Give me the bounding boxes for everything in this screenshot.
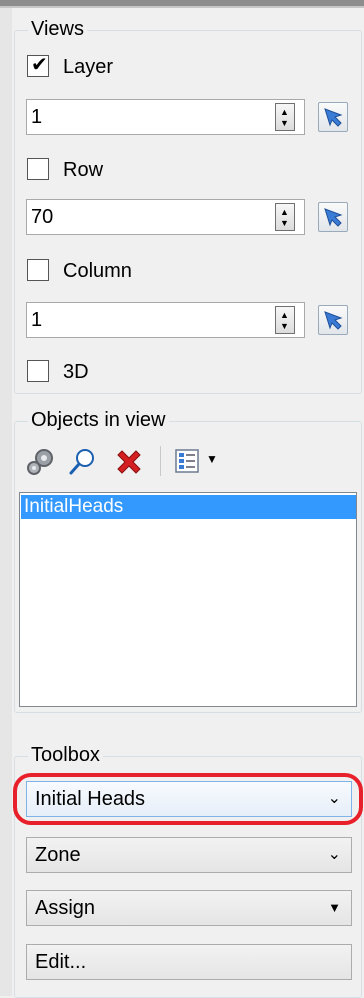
action-select-value: Assign <box>35 897 96 919</box>
arrow-pointer-icon <box>324 108 343 127</box>
spin-down-icon: ▼ <box>280 321 289 331</box>
delete-icon[interactable] <box>112 445 146 485</box>
spin-down-icon: ▼ <box>280 118 289 128</box>
spin-up-icon: ▲ <box>280 310 289 320</box>
objects-list[interactable]: InitialHeads <box>19 492 357 707</box>
spin-up-icon: ▲ <box>280 107 289 117</box>
views-group-title: Views <box>28 17 87 41</box>
row-go-button[interactable] <box>318 202 348 232</box>
column-checkbox[interactable] <box>27 259 49 281</box>
spin-down-icon: ▼ <box>280 218 289 228</box>
chevron-down-icon: ⌄ <box>327 790 341 807</box>
chevron-down-icon: ⌄ <box>327 846 341 863</box>
column-go-button[interactable] <box>318 305 348 335</box>
parameter-select[interactable]: Initial Heads ⌄ <box>26 781 352 817</box>
spin-up-icon: ▲ <box>280 207 289 217</box>
mode-select[interactable]: Zone ⌄ <box>26 837 352 873</box>
toolbox-group-title: Toolbox <box>28 743 103 767</box>
column-label: Column <box>63 260 132 282</box>
panel-left-edge <box>0 8 12 996</box>
parameter-select-value: Initial Heads <box>35 788 146 810</box>
layer-spin-buttons[interactable]: ▲ ▼ <box>275 103 295 131</box>
arrow-pointer-icon <box>324 208 343 227</box>
edit-button-label: Edit... <box>35 951 87 973</box>
layer-label: Layer <box>63 56 114 78</box>
row-spin-input[interactable]: 70 <box>26 199 305 235</box>
column-spin-buttons[interactable]: ▲ ▼ <box>275 306 295 334</box>
window-top-border-inner <box>0 6 364 8</box>
layer-spin-input[interactable]: 1 <box>26 99 305 135</box>
row-label: Row <box>63 159 104 181</box>
checkmark-icon: ✔ <box>31 54 48 76</box>
row-checkbox[interactable] <box>27 158 49 180</box>
action-select[interactable]: Assign ▼ <box>26 890 352 926</box>
arrow-pointer-icon <box>324 311 343 330</box>
list-item[interactable]: InitialHeads <box>21 495 356 519</box>
layer-checkbox[interactable]: ✔ <box>27 54 49 77</box>
caret-down-icon: ▼ <box>328 900 341 915</box>
toolbar-separator <box>160 446 161 476</box>
objects-group-title: Objects in view <box>28 408 169 432</box>
dropdown-arrow-icon[interactable]: ▼ <box>206 452 218 466</box>
row-spin-buttons[interactable]: ▲ ▼ <box>275 203 295 231</box>
list-view-icon[interactable] <box>174 448 200 480</box>
three-d-label: 3D <box>63 361 89 383</box>
mode-select-value: Zone <box>35 844 81 866</box>
layer-go-button[interactable] <box>318 102 348 132</box>
magnifier-icon[interactable] <box>66 446 98 484</box>
column-spin-input[interactable]: 1 <box>26 302 305 338</box>
edit-button[interactable]: Edit... <box>26 944 352 980</box>
gears-icon[interactable] <box>24 446 56 484</box>
objects-toolbar: ▼ <box>16 440 356 484</box>
three-d-checkbox[interactable] <box>27 360 49 382</box>
